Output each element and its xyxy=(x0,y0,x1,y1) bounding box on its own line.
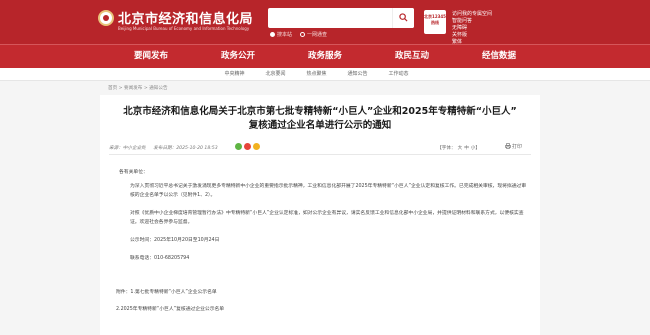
nav-item-public[interactable]: 政务公开 xyxy=(195,45,282,68)
publish-date: 发布日期：2025-10-20 18:53 xyxy=(153,146,217,151)
divider xyxy=(109,154,531,155)
article-title-line2: 复核通过企业名单进行公示的通知 xyxy=(248,120,392,131)
article-meta: 来源：中小企业处 发布日期：2025-10-20 18:53 xyxy=(109,145,224,151)
radio-icon xyxy=(270,32,275,37)
emblem-icon[interactable] xyxy=(98,10,114,26)
date-label: 发布日期： xyxy=(153,146,177,151)
paragraph-intro: 为深入贯彻习近平总书记关于激发涌现更多专精特新中小企业的重要指示批示精神，工业和… xyxy=(130,184,527,198)
article-title-line1: 北京市经济和信息化局关于北京市第七批专精特新“小巨人”企业和2025年专精特新“… xyxy=(123,106,517,117)
date-value: 2025-10-20 18:53 xyxy=(176,146,218,151)
weibo-icon[interactable] xyxy=(244,143,251,150)
search-scope: 搜本站 一网通查 xyxy=(270,31,327,38)
subnav-item-hot[interactable]: 热点聚焦 xyxy=(296,68,337,81)
attachment-link-2[interactable]: 2.2025年专精特新“小巨人”复核通过企业公示名单 xyxy=(116,305,224,312)
subnav-item-beijing[interactable]: 北京要闻 xyxy=(255,68,296,81)
article-card: 北京市经济和信息化局关于北京市第七批专精特新“小巨人”企业和2025年专精特新“… xyxy=(100,95,540,335)
breadcrumb-current[interactable]: 通知公告 xyxy=(149,86,167,91)
font-large-button[interactable]: 大 xyxy=(458,146,463,151)
qzone-icon[interactable] xyxy=(253,143,260,150)
salutation: 各有关单位： xyxy=(119,170,148,175)
breadcrumb-section[interactable]: 要闻发布 xyxy=(124,86,142,91)
search-button[interactable] xyxy=(392,8,414,28)
site-header: 北京市经济和信息化局 Beijing Municipal Bureau of E… xyxy=(0,0,650,46)
subnav-item-notices[interactable]: 通知公告 xyxy=(337,68,378,81)
wechat-icon[interactable] xyxy=(235,143,242,150)
printer-icon xyxy=(505,143,511,149)
nav-item-services[interactable]: 政务服务 xyxy=(282,45,369,68)
contact-phone: 联系电话：010-68205794 xyxy=(130,256,190,261)
nav-item-interaction[interactable]: 政民互动 xyxy=(369,45,456,68)
print-label: 打印 xyxy=(511,144,522,150)
sub-nav: 中央精神 北京要闻 热点聚焦 通知公告 工作动态 xyxy=(0,68,650,81)
search-icon xyxy=(399,13,408,22)
paragraph-objection: 对照《优质中小企业梯度培育管理暂行办法》中专精特新“小巨人”企业认定标准，如对公… xyxy=(130,211,524,225)
source: 来源：中小企业处 xyxy=(109,146,146,151)
breadcrumb: 首页 > 要闻发布 > 通知公告 xyxy=(108,85,168,91)
font-size-control: 【字体：大中小】 xyxy=(437,145,480,151)
search-box xyxy=(268,8,414,28)
hotline-badge[interactable]: 北京12345热线 xyxy=(424,10,446,34)
header-link-care[interactable]: 关怀版 xyxy=(452,32,492,39)
search-scope-all[interactable]: 一网通查 xyxy=(300,31,327,38)
search-scope-site[interactable]: 搜本站 xyxy=(270,31,292,38)
breadcrumb-separator: > xyxy=(117,86,124,91)
font-size-label: 【字体： xyxy=(437,146,456,151)
nav-item-news[interactable]: 要闻发布 xyxy=(108,45,195,68)
header-links: 访问我的专属空间 智能问答 无障碍 关怀版 繁体 xyxy=(452,11,492,46)
font-small-button[interactable]: 小】 xyxy=(471,146,480,151)
subnav-item-central[interactable]: 中央精神 xyxy=(214,68,255,81)
header-link-qa[interactable]: 智能问答 xyxy=(452,18,492,25)
header-link-accessibility[interactable]: 无障碍 xyxy=(452,25,492,32)
nav-item-data[interactable]: 经信数据 xyxy=(456,45,543,68)
source-value: 中小企业处 xyxy=(122,146,146,151)
radio-icon xyxy=(300,32,306,37)
attachment-link-1[interactable]: 附件：1.第七批专精特新“小巨人”企业公示名单 xyxy=(116,288,217,295)
print-button[interactable]: 打印 xyxy=(505,143,522,150)
search-input[interactable] xyxy=(272,10,390,26)
breadcrumb-home[interactable]: 首页 xyxy=(108,86,117,91)
notice-period: 公示时间：2025年10月20日至10月24日 xyxy=(130,238,220,243)
share-icons xyxy=(235,143,260,150)
site-subtitle: Beijing Municipal Bureau of Economy and … xyxy=(118,26,250,31)
article-title: 北京市经济和信息化局关于北京市第七批专精特新“小巨人”企业和2025年专精特新“… xyxy=(100,105,540,133)
site-title[interactable]: 北京市经济和信息化局 xyxy=(118,8,253,27)
main-nav: 要闻发布 政务公开 政务服务 政民互动 经信数据 xyxy=(0,44,650,68)
source-label: 来源： xyxy=(109,146,123,151)
font-medium-button[interactable]: 中 xyxy=(464,146,469,151)
header-link-space[interactable]: 访问我的专属空间 xyxy=(452,11,492,18)
subnav-item-work[interactable]: 工作动态 xyxy=(378,68,419,81)
